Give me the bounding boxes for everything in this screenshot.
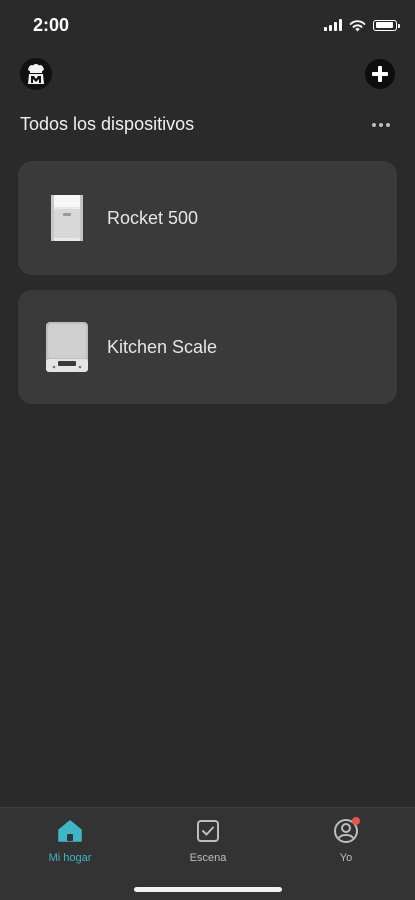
profile-icon [333, 817, 360, 844]
device-card-kitchen-scale[interactable]: Kitchen Scale [18, 290, 397, 404]
cellular-signal-icon [324, 19, 342, 31]
battery-icon [373, 19, 400, 31]
chef-avatar-icon[interactable] [20, 58, 52, 90]
notification-badge [352, 817, 360, 825]
checkbox-icon [195, 818, 221, 844]
tab-escena[interactable]: Escena [158, 818, 258, 864]
device-name: Kitchen Scale [107, 336, 218, 357]
device-card-rocket-500[interactable]: Rocket 500 [18, 161, 397, 275]
tab-yo[interactable]: Yo [296, 817, 396, 864]
more-options-button[interactable] [369, 116, 393, 134]
tab-label: Yo [339, 852, 353, 864]
device-list: Rocket 500 Kitchen Scale [18, 161, 397, 419]
wifi-icon [349, 19, 366, 31]
home-icon [57, 818, 83, 844]
section-title: Todos los dispositivos [20, 114, 195, 134]
tab-label: Mi hogar [48, 852, 92, 864]
home-indicator [134, 887, 282, 892]
status-icons [324, 17, 400, 33]
device-name: Rocket 500 [107, 207, 199, 228]
air-fryer-image [42, 190, 92, 246]
status-bar: 2:00 [0, 0, 415, 50]
tab-label: Escena [189, 852, 227, 864]
kitchen-scale-image [42, 319, 92, 375]
add-device-button[interactable] [365, 59, 395, 89]
app-screen: 2:00 Todos los dispositivos Rocket 500 K… [0, 0, 415, 900]
tab-mi-hogar[interactable]: Mi hogar [20, 818, 120, 864]
tab-bar: Mi hogar Escena Yo [0, 807, 415, 900]
status-time: 2:00 [33, 15, 70, 35]
plus-circle-icon [366, 60, 394, 88]
more-horizontal-icon [372, 123, 376, 127]
